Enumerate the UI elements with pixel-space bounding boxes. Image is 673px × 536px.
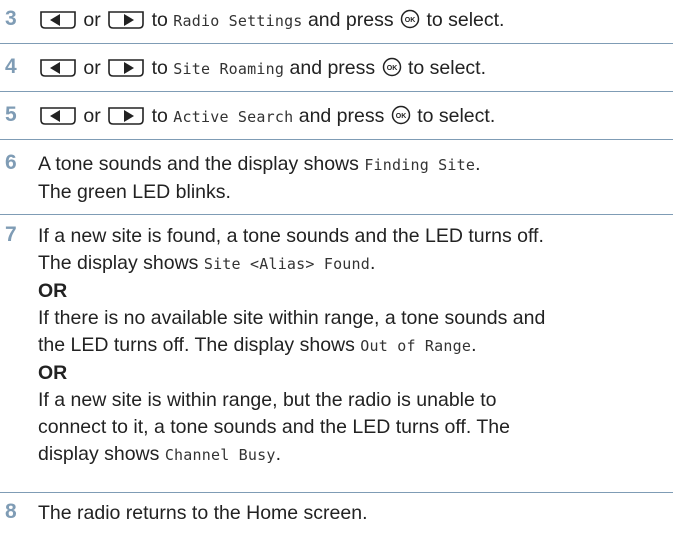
step-number: 5 — [5, 103, 17, 126]
right-arrow-key-icon — [106, 10, 146, 30]
ok-button-icon: OK — [399, 9, 421, 29]
step-number: 6 — [5, 151, 17, 174]
menu-target: Radio Settings — [173, 12, 303, 30]
display-message: Channel Busy — [164, 446, 276, 464]
step-text: If a new site is found, a tone sounds an… — [38, 223, 665, 469]
menu-target: Active Search — [173, 108, 294, 126]
procedure-page: 3 or to Radio Settings and press OK to s… — [0, 0, 673, 536]
right-arrow-key-icon — [106, 106, 146, 126]
select-word: to select. — [407, 57, 487, 79]
press-word: and press — [289, 57, 376, 79]
punctuation: . — [471, 334, 477, 356]
ok-button-icon: OK — [381, 57, 403, 77]
display-message: Finding Site — [364, 156, 476, 174]
step-text-line: A tone sounds and the display shows — [38, 153, 359, 175]
display-message: Site <Alias> Found — [203, 255, 370, 273]
or-word: or — [83, 57, 101, 79]
step-text-line: the LED turns off. The display shows — [38, 334, 355, 356]
step-text: A tone sounds and the display shows Find… — [38, 151, 665, 206]
left-arrow-key-icon — [38, 58, 78, 78]
step-text-line: The green LED blinks. — [38, 181, 231, 203]
select-word: to select. — [417, 105, 496, 127]
ok-button-icon: OK — [390, 105, 412, 125]
punctuation: . — [275, 443, 282, 465]
step-number: 4 — [5, 55, 17, 78]
or-separator: OR — [38, 362, 68, 384]
step-number: 3 — [5, 7, 17, 30]
divider — [0, 139, 673, 140]
press-word: and press — [307, 9, 394, 31]
press-word: and press — [298, 105, 385, 127]
step-text: The radio returns to the Home screen. — [38, 502, 368, 524]
svg-text:OK: OK — [405, 17, 416, 24]
or-word: or — [83, 9, 101, 31]
left-arrow-key-icon — [38, 10, 78, 30]
punctuation: . — [475, 153, 481, 175]
divider — [0, 91, 673, 92]
to-word: to — [151, 9, 168, 31]
to-word: to — [151, 57, 168, 79]
divider — [0, 43, 673, 44]
step-text-line: The display shows — [38, 252, 199, 274]
to-word: to — [151, 105, 168, 127]
step-text-line: If a new site is found, a tone sounds an… — [38, 225, 544, 247]
svg-text:OK: OK — [396, 113, 407, 120]
right-arrow-key-icon — [106, 58, 146, 78]
divider — [0, 492, 673, 493]
left-arrow-key-icon — [38, 106, 78, 126]
step-text-line: If a new site is within range, but the r… — [38, 389, 497, 411]
divider — [0, 214, 673, 215]
or-separator: OR — [38, 280, 68, 302]
step-text-line: connect to it, a tone sounds and the LED… — [38, 416, 510, 438]
step-text: or to Site Roaming and press OK to selec… — [38, 55, 665, 83]
display-message: Out of Range — [360, 337, 472, 355]
svg-text:OK: OK — [386, 65, 397, 72]
step-text: or to Radio Settings and press OK to sel… — [38, 7, 665, 35]
step-text-line: If there is no available site within ran… — [38, 307, 546, 329]
select-word: to select. — [426, 9, 505, 31]
menu-target: Site Roaming — [173, 60, 285, 78]
or-word: or — [83, 105, 101, 127]
step-number: 7 — [5, 223, 17, 246]
step-text: or to Active Search and press OK to sele… — [38, 103, 665, 131]
step-text-line: display shows — [38, 443, 160, 465]
step-number: 8 — [5, 500, 17, 523]
punctuation: . — [370, 252, 376, 274]
